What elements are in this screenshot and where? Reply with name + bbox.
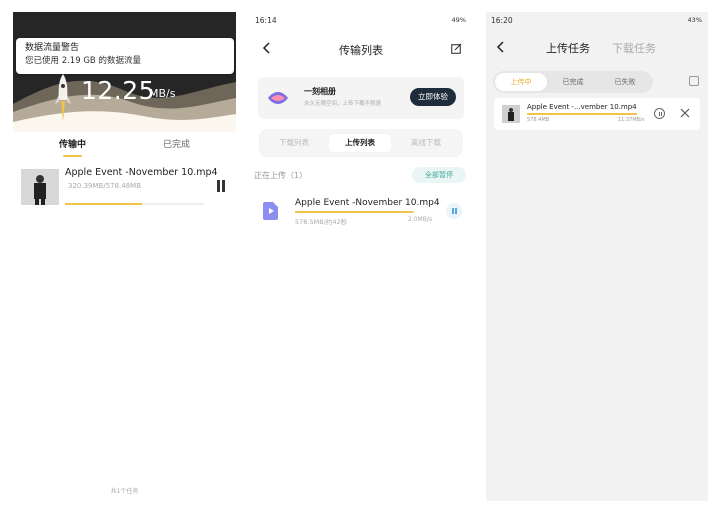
progress-bar	[295, 211, 415, 213]
tab-failed[interactable]: 已失败	[599, 73, 651, 91]
data-usage-notification[interactable]: 数据流量警告 您已使用 2.19 GB 的数据流量	[16, 38, 234, 74]
pause-all-button[interactable]: 全部暂停	[412, 167, 466, 183]
album-logo-icon	[268, 92, 288, 104]
tab-uploading[interactable]: 上传中	[495, 73, 547, 91]
file-size: 320.39MB/578.48MB	[68, 182, 142, 190]
file-name: Apple Event -...vember 10.mp4	[527, 103, 637, 111]
progress-bar	[65, 203, 204, 205]
video-file-icon	[263, 202, 278, 220]
pause-icon	[217, 180, 220, 192]
video-thumbnail	[21, 169, 59, 205]
file-name: Apple Event -November 10.mp4	[295, 198, 440, 208]
notification-title: 数据流量警告	[25, 43, 80, 53]
page-title: 传输列表	[339, 44, 383, 57]
transfer-rate: 2.0MB/s	[408, 216, 432, 223]
video-thumbnail	[502, 105, 520, 123]
battery-level: 49%	[451, 16, 466, 24]
battery-level: 43%	[687, 16, 702, 24]
tab-transferring[interactable]: 传输中	[59, 138, 86, 157]
file-size: 578.4MB	[527, 117, 550, 123]
back-icon[interactable]	[496, 41, 506, 53]
status-bar: 16:14 49%	[254, 16, 468, 28]
pause-button[interactable]	[446, 203, 462, 219]
tab-completed[interactable]: 已完成	[163, 138, 190, 152]
status-time: 16:14	[255, 16, 277, 25]
transfer-screen-2: 16:14 49% 传输列表 一刻相册 永久无限空间，上传下载不限速 立即体验 …	[250, 12, 472, 498]
speed-unit: MB/s	[149, 87, 176, 100]
file-size: 578.5MB/约42秒	[295, 218, 348, 226]
promo-title: 一刻相册	[304, 87, 336, 96]
pause-button[interactable]	[216, 180, 226, 192]
tab-upload-list[interactable]: 上传列表	[329, 134, 391, 152]
promo-subtitle: 永久无限空间，上传下载不限速	[304, 101, 382, 107]
progress-fill	[527, 113, 637, 115]
try-now-button[interactable]: 立即体验	[410, 88, 456, 106]
transfer-tabs: 传输中 已完成	[13, 138, 236, 160]
tab-download-list[interactable]: 下载列表	[263, 134, 325, 152]
select-checkbox[interactable]	[689, 76, 699, 86]
status-bar: 16:20 43%	[490, 16, 704, 28]
progress-fill	[295, 211, 413, 213]
status-segments: 上传中 已完成 已失败	[493, 71, 653, 93]
task-count: 共1个任务	[110, 488, 139, 495]
transfer-screen-1: 数据流量警告 您已使用 2.19 GB 的数据流量 12.25 MB/s 传输中…	[13, 12, 236, 498]
speed-hero: 数据流量警告 您已使用 2.19 GB 的数据流量 12.25 MB/s	[13, 12, 236, 132]
transfer-screen-3: 16:20 43% 上传任务 下载任务 上传中 已完成 已失败 Apple Ev…	[486, 12, 708, 501]
tab-upload-tasks[interactable]: 上传任务	[546, 40, 590, 56]
notification-body: 您已使用 2.19 GB 的数据流量	[25, 56, 141, 66]
section-label: 正在上传（1）	[254, 171, 308, 180]
pause-icon	[659, 112, 660, 116]
task-card[interactable]: Apple Event -...vember 10.mp4 578.4MB 11…	[494, 98, 700, 130]
promo-banner[interactable]: 一刻相册 永久无限空间，上传下载不限速 立即体验	[258, 77, 464, 119]
edit-icon[interactable]	[451, 43, 462, 54]
progress-bar	[527, 113, 637, 115]
rocket-icon	[55, 74, 71, 122]
tab-completed[interactable]: 已完成	[547, 73, 599, 91]
progress-fill	[65, 203, 142, 205]
tab-download-tasks[interactable]: 下载任务	[612, 40, 656, 56]
tab-offline-download[interactable]: 离线下载	[395, 134, 457, 152]
file-name: Apple Event -November 10.mp4	[65, 167, 218, 178]
pause-button[interactable]	[654, 108, 665, 119]
status-time: 16:20	[491, 16, 513, 25]
transfer-rate: 11.37MB/s	[618, 117, 645, 123]
pause-icon	[452, 208, 454, 214]
transfer-speed: 12.25	[81, 76, 156, 105]
list-segments: 下载列表 上传列表 离线下载	[259, 129, 463, 157]
close-icon[interactable]	[680, 108, 690, 118]
